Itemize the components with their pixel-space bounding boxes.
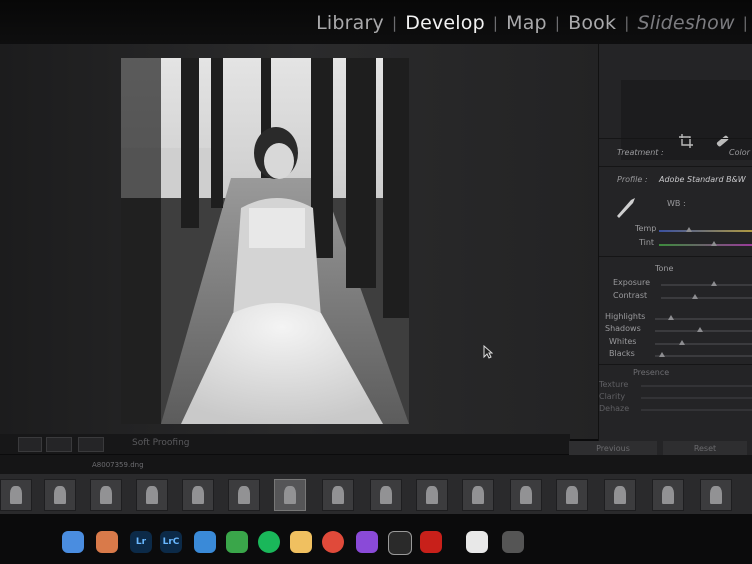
module-separator: | <box>492 14 499 32</box>
white-balance-picker-icon[interactable] <box>613 194 639 220</box>
filmstrip-thumbnail[interactable] <box>228 479 260 511</box>
mouse-cursor-icon <box>483 345 493 359</box>
whites-label: Whites <box>609 337 637 346</box>
texture-label: Texture <box>599 380 629 389</box>
module-slideshow[interactable]: Slideshow <box>633 12 738 34</box>
wb-label: WB : <box>667 199 686 208</box>
bride-photo <box>121 58 409 424</box>
tone-header: Tone <box>655 264 674 273</box>
tone-divider <box>599 256 752 257</box>
module-separator: | <box>554 14 561 32</box>
develop-panel: Treatment : Color Profile : Adobe Standa… <box>569 44 752 464</box>
clarity-slider[interactable] <box>641 397 752 399</box>
shadows-slider[interactable] <box>655 330 752 332</box>
profile-divider <box>599 166 752 167</box>
notes-icon[interactable] <box>290 531 312 553</box>
before-after-options-button[interactable] <box>78 437 104 452</box>
blacks-slider[interactable] <box>655 355 752 357</box>
presence-divider <box>599 364 752 365</box>
treatment-color-option[interactable]: Color <box>729 148 750 157</box>
filmstrip-thumbnail[interactable] <box>322 479 354 511</box>
contrast-slider-knob[interactable] <box>692 294 698 299</box>
messages-icon[interactable] <box>226 531 248 553</box>
filmstrip-thumbnail[interactable] <box>0 479 32 511</box>
crop-tool-icon[interactable] <box>677 132 695 150</box>
photo-preview[interactable] <box>121 58 409 424</box>
module-separator: | <box>624 14 630 32</box>
trash-icon[interactable] <box>502 531 524 553</box>
filmstrip-thumbnail[interactable] <box>136 479 168 511</box>
launchpad-icon[interactable] <box>96 531 118 553</box>
module-library[interactable]: Library <box>312 12 388 34</box>
filmstrip-thumbnail[interactable] <box>44 479 76 511</box>
safari-icon[interactable] <box>194 531 216 553</box>
finder-icon[interactable] <box>62 531 84 553</box>
module-separator: | <box>742 14 748 32</box>
before-after-button[interactable] <box>46 437 72 452</box>
lightroom-icon[interactable]: LrC <box>160 531 182 553</box>
filmstrip-thumbnail[interactable] <box>510 479 542 511</box>
podcasts-icon[interactable] <box>356 531 378 553</box>
whites-slider[interactable] <box>655 343 752 345</box>
tint-slider-knob[interactable] <box>711 241 717 246</box>
filmstrip-thumbnail[interactable] <box>604 479 636 511</box>
blacks-slider-knob[interactable] <box>659 352 665 357</box>
filmstrip-thumbnail[interactable] <box>416 479 448 511</box>
develop-toolbar: Soft Proofing <box>0 434 570 454</box>
contrast-slider[interactable] <box>661 297 752 299</box>
mac-dock: Lr LrC <box>0 515 752 564</box>
filmstrip-thumbnail[interactable] <box>652 479 684 511</box>
shadows-slider-knob[interactable] <box>697 327 703 332</box>
profile-dropdown[interactable]: Adobe Standard B&W <box>659 175 746 184</box>
module-book[interactable]: Book <box>564 12 620 34</box>
dehaze-slider[interactable] <box>641 409 752 411</box>
module-map[interactable]: Map <box>502 12 551 34</box>
tint-label: Tint <box>639 238 655 247</box>
module-picker-bar: Library | Develop | Map | Book | Slidesh… <box>0 0 752 44</box>
filmstrip-thumbnail[interactable] <box>182 479 214 511</box>
highlights-slider-knob[interactable] <box>668 315 674 320</box>
texture-slider[interactable] <box>641 385 752 387</box>
tint-slider[interactable] <box>659 244 752 246</box>
blacks-label: Blacks <box>609 349 635 358</box>
shadows-label: Shadows <box>605 324 641 333</box>
chrome-icon[interactable] <box>322 531 344 553</box>
filmstrip-thumbnail-selected[interactable] <box>274 479 306 511</box>
module-picker: Library | Develop | Map | Book | Slidesh… <box>312 8 752 38</box>
treatment-label: Treatment : <box>617 148 664 157</box>
filmstrip[interactable] <box>0 474 752 514</box>
lightroom-classic-icon[interactable]: Lr <box>130 531 152 553</box>
filmstrip-thumbnail[interactable] <box>90 479 122 511</box>
dehaze-label: Dehaze <box>599 404 630 413</box>
exposure-label: Exposure <box>613 278 651 287</box>
view-mode-button[interactable] <box>18 437 42 452</box>
filmstrip-filename: A8007359.dng <box>92 461 144 469</box>
exposure-slider-knob[interactable] <box>711 281 717 286</box>
filmstrip-thumbnail[interactable] <box>370 479 402 511</box>
module-separator: | <box>391 14 398 32</box>
filmstrip-thumbnail[interactable] <box>462 479 494 511</box>
soft-proofing-checkbox[interactable]: Soft Proofing <box>132 438 190 448</box>
filmstrip-thumbnail[interactable] <box>556 479 588 511</box>
contrast-label: Contrast <box>613 291 648 300</box>
temp-label: Temp <box>635 224 657 233</box>
whites-slider-knob[interactable] <box>679 340 685 345</box>
filmstrip-thumbnail[interactable] <box>700 479 732 511</box>
basic-section-divider <box>599 138 752 139</box>
exposure-slider[interactable] <box>661 284 752 286</box>
filmstrip-header: A8007359.dng <box>0 455 752 475</box>
profile-label: Profile : <box>617 175 648 184</box>
temp-slider[interactable] <box>659 230 752 232</box>
presence-header: Presence <box>633 368 670 377</box>
spotify-icon[interactable] <box>258 531 280 553</box>
temp-slider-knob[interactable] <box>686 227 692 232</box>
clarity-label: Clarity <box>599 392 626 401</box>
calendar-icon[interactable] <box>466 531 488 553</box>
camera-app-icon[interactable] <box>388 531 412 555</box>
acrobat-icon[interactable] <box>420 531 442 553</box>
highlights-label: Highlights <box>605 312 646 321</box>
module-develop[interactable]: Develop <box>401 12 489 34</box>
